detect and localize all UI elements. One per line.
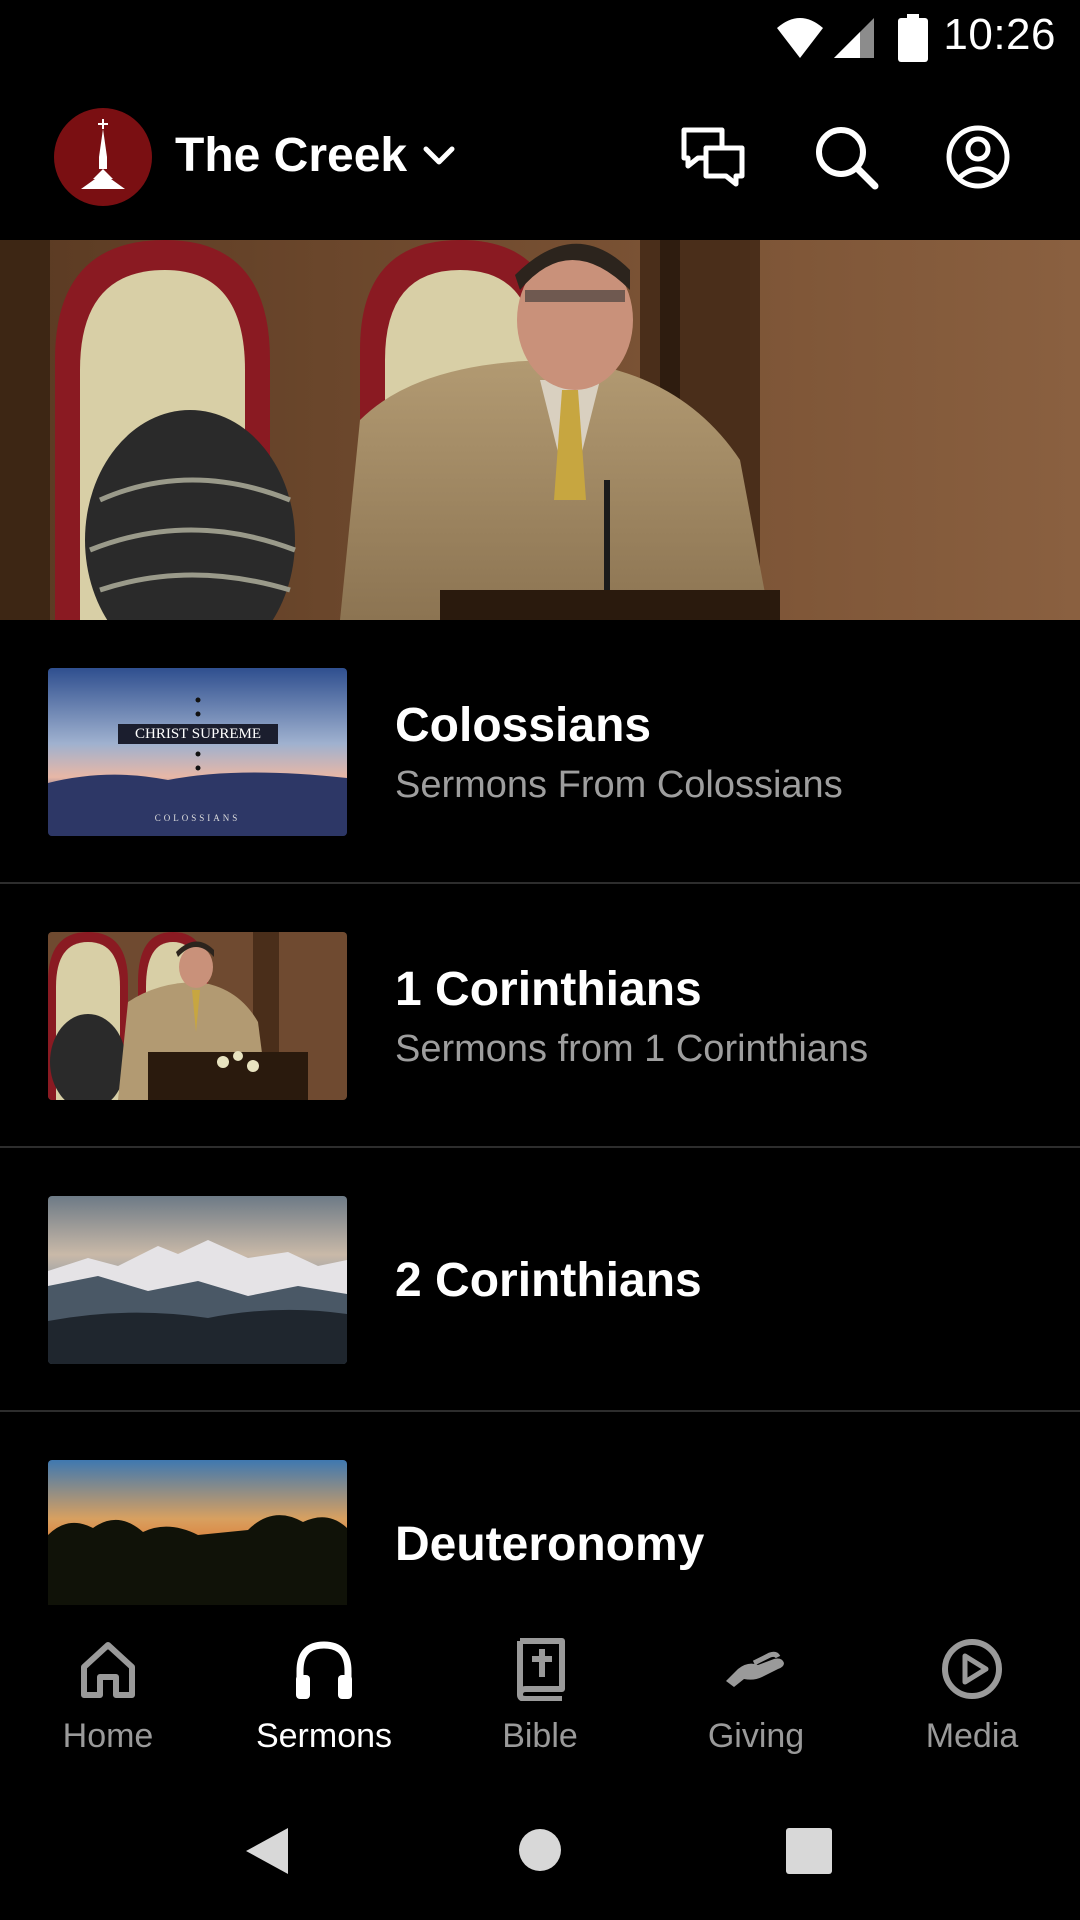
chat-icon[interactable] xyxy=(680,124,746,190)
app-bar: The Creek xyxy=(0,78,1080,240)
status-time: 10:26 xyxy=(943,10,1056,59)
nav-sermons[interactable]: Sermons xyxy=(216,1605,432,1780)
series-thumbnail xyxy=(48,1196,347,1364)
nav-label: Home xyxy=(62,1717,154,1755)
search-icon[interactable] xyxy=(813,124,879,190)
bottom-nav: Home Sermons Bible Giving Media xyxy=(0,1605,1080,1780)
series-title: 1 Corinthians xyxy=(395,963,702,1016)
steeple-icon xyxy=(81,119,125,189)
recents-icon[interactable] xyxy=(786,1828,832,1874)
pastor-preaching-photo xyxy=(0,240,1080,620)
nav-media[interactable]: Media xyxy=(864,1605,1080,1780)
wifi-icon xyxy=(777,18,823,58)
nav-label: Media xyxy=(925,1717,1019,1755)
thumb-title: CHRIST SUPREME xyxy=(134,726,261,742)
cell-signal-icon xyxy=(834,18,874,58)
nav-label: Sermons xyxy=(255,1717,393,1755)
nav-home[interactable]: Home xyxy=(0,1605,216,1780)
battery-icon xyxy=(898,14,928,62)
hero-image[interactable] xyxy=(0,240,1080,620)
series-thumbnail: CHRIST SUPREME COLOSSIANS xyxy=(48,668,347,836)
series-thumbnail xyxy=(48,1460,347,1605)
back-icon[interactable] xyxy=(244,1826,290,1876)
nav-bible[interactable]: Bible xyxy=(432,1605,648,1780)
chevron-down-icon[interactable] xyxy=(422,144,456,168)
church-name[interactable]: The Creek xyxy=(175,128,407,183)
headphones-icon xyxy=(296,1641,352,1699)
series-thumbnail xyxy=(48,932,347,1100)
series-title: 2 Corinthians xyxy=(395,1254,702,1307)
list-item[interactable]: CHRIST SUPREME COLOSSIANS Colossians Ser… xyxy=(0,620,1080,884)
series-subtitle: Sermons from 1 Corinthians xyxy=(395,1028,869,1070)
nav-label: Bible xyxy=(502,1717,578,1755)
nav-giving[interactable]: Giving xyxy=(648,1605,864,1780)
status-bar: 10:26 xyxy=(0,0,1080,78)
series-title: Deuteronomy xyxy=(395,1518,705,1571)
home-icon xyxy=(81,1642,135,1698)
system-nav-bar xyxy=(0,1780,1080,1920)
thumb-caption: COLOSSIANS xyxy=(154,813,241,823)
list-item[interactable]: 1 Corinthians Sermons from 1 Corinthians xyxy=(0,884,1080,1148)
nav-label: Giving xyxy=(707,1717,805,1755)
church-logo[interactable] xyxy=(54,108,152,206)
giving-icon xyxy=(726,1651,784,1687)
play-circle-icon xyxy=(942,1639,1002,1699)
home-circle-icon[interactable] xyxy=(518,1828,562,1872)
series-title: Colossians xyxy=(395,699,652,752)
series-subtitle: Sermons From Colossians xyxy=(395,764,843,806)
bible-icon xyxy=(517,1638,565,1701)
series-list: CHRIST SUPREME COLOSSIANS Colossians Ser… xyxy=(0,620,1080,1605)
list-item[interactable]: 2 Corinthians xyxy=(0,1148,1080,1412)
list-item[interactable]: Deuteronomy xyxy=(0,1412,1080,1605)
account-icon[interactable] xyxy=(945,124,1011,190)
